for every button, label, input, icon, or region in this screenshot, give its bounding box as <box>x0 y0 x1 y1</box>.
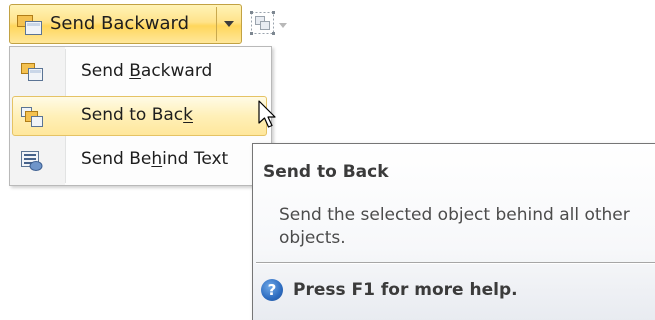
tooltip-separator <box>256 262 655 264</box>
send-backward-icon <box>16 14 44 40</box>
super-tooltip: Send to Back Send the selected object be… <box>252 143 655 320</box>
chevron-down-icon <box>279 23 287 28</box>
send-backward-label: Send Backward <box>50 13 190 34</box>
group-button[interactable] <box>246 8 296 40</box>
menu-item-label: Send to Back <box>81 105 193 125</box>
menu-item-send-behind-text[interactable]: Send Behind Text <box>12 140 267 180</box>
send-backward-menu: Send Backward Send to Back Send Behind T… <box>9 46 272 186</box>
send-backward-icon <box>20 62 44 86</box>
menu-item-label: Send Backward <box>81 61 213 81</box>
menu-item-send-backward[interactable]: Send Backward <box>12 52 267 92</box>
tooltip-help-text: Press F1 for more help. <box>293 280 518 300</box>
menu-item-send-to-back[interactable]: Send to Back <box>12 96 267 136</box>
chevron-down-icon <box>224 21 234 27</box>
send-to-back-icon <box>20 106 44 132</box>
send-backward-dropdown-button[interactable] <box>217 5 241 43</box>
tooltip-description: Send the selected object behind all othe… <box>279 205 630 248</box>
group-objects-icon <box>249 10 277 40</box>
word-arrange-ribbon: Send Backward Send Backward Send to Back… <box>0 0 655 320</box>
tooltip-title: Send to Back <box>263 162 389 182</box>
send-behind-text-icon <box>20 150 44 176</box>
help-icon: ? <box>261 279 283 301</box>
send-backward-split-button[interactable]: Send Backward <box>9 4 242 44</box>
mouse-pointer-icon <box>258 100 278 134</box>
menu-item-label: Send Behind Text <box>81 149 229 169</box>
send-backward-button[interactable]: Send Backward <box>10 5 216 43</box>
